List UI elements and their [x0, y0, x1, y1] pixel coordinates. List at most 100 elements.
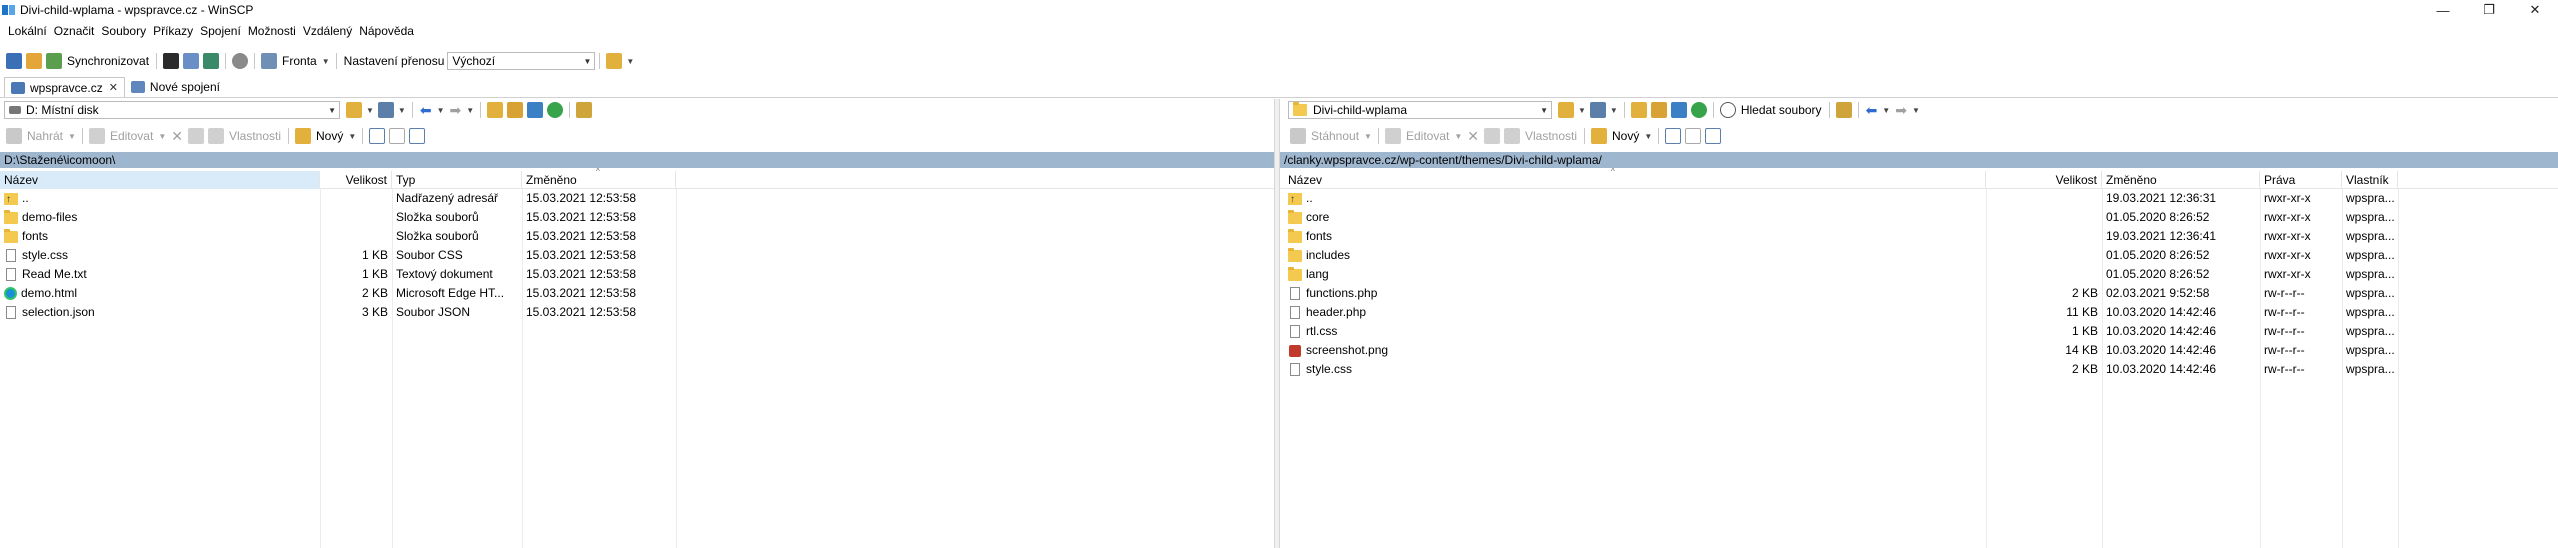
tree-icon[interactable] — [1835, 102, 1852, 118]
col-header-name[interactable]: Název — [1284, 171, 1986, 189]
close-window-button[interactable]: ✕ — [2512, 0, 2558, 20]
menu-help[interactable]: Nápověda — [359, 24, 414, 38]
table-row[interactable]: fonts 19.03.2021 12:36:41 rwxr-xr-x wpsp… — [1280, 227, 2558, 246]
delete-icon[interactable]: ✕ — [171, 128, 183, 145]
terminal-icon[interactable] — [163, 53, 180, 69]
col-header-owner[interactable]: Vlastník — [2342, 171, 2398, 189]
edit-icon[interactable] — [88, 128, 105, 144]
synchronize-button[interactable]: Synchronizovat — [67, 54, 149, 68]
table-row[interactable]: selection.json 3 KB Soubor JSON 15.03.20… — [0, 303, 1274, 322]
maximize-button[interactable]: ❐ — [2466, 0, 2512, 20]
forward-arrow-icon[interactable]: ➡ — [1895, 102, 1907, 119]
properties-button[interactable]: Vlastnosti — [1525, 129, 1577, 143]
menu-session[interactable]: Spojení — [200, 24, 241, 38]
home-directory-icon[interactable] — [527, 102, 544, 118]
table-row[interactable]: demo-files Složka souborů 15.03.2021 12:… — [0, 208, 1274, 227]
new-button[interactable]: Nový — [316, 129, 343, 143]
rename-icon[interactable] — [1483, 128, 1500, 144]
chevron-down-icon[interactable]: ▼ — [437, 106, 445, 115]
chevron-down-icon[interactable]: ▼ — [1610, 106, 1618, 115]
table-row[interactable]: style.css 1 KB Soubor CSS 15.03.2021 12:… — [0, 246, 1274, 265]
refresh-icon[interactable] — [1690, 102, 1707, 118]
upload-button[interactable]: Nahrát — [27, 129, 63, 143]
menu-local[interactable]: Lokální — [8, 24, 47, 38]
menu-mark[interactable]: Označit — [54, 24, 95, 38]
transfer-settings-select[interactable]: Výchozí ▼ — [447, 52, 596, 70]
chevron-down-icon[interactable]: ▼ — [322, 57, 330, 66]
col-header-size[interactable]: Velikost — [320, 171, 392, 189]
chevron-down-icon[interactable]: ▼ — [1578, 106, 1586, 115]
preferences-gear-icon[interactable] — [232, 53, 249, 69]
tab-wpspravce[interactable]: wpspravce.cz ✕ — [4, 77, 125, 97]
refresh-icon[interactable] — [547, 102, 564, 118]
chevron-down-icon[interactable]: ▼ — [366, 106, 374, 115]
chevron-down-icon[interactable]: ▼ — [626, 57, 634, 66]
filter-select-icon[interactable] — [409, 128, 426, 144]
back-arrow-icon[interactable]: ⬅ — [420, 102, 432, 119]
filter-select-icon[interactable] — [1705, 128, 1722, 144]
filter-icon[interactable] — [1589, 102, 1606, 118]
tab-new-session[interactable]: Nové spojení — [125, 77, 226, 97]
table-row[interactable]: .. 19.03.2021 12:36:31 rwxr-xr-x wpspra.… — [1280, 189, 2558, 208]
close-icon[interactable]: ✕ — [109, 81, 118, 94]
menu-files[interactable]: Soubory — [101, 24, 146, 38]
remote-file-list[interactable]: Název ^ Velikost Změněno Práva Vlastník … — [1280, 167, 2558, 548]
properties-button[interactable]: Vlastnosti — [229, 129, 281, 143]
putty-icon[interactable] — [183, 53, 200, 69]
forward-arrow-icon[interactable]: ➡ — [450, 102, 462, 119]
chevron-down-icon[interactable]: ▼ — [1364, 132, 1372, 141]
chevron-down-icon[interactable]: ▼ — [1882, 106, 1890, 115]
chevron-down-icon[interactable]: ▼ — [158, 132, 166, 141]
new-folder-icon[interactable] — [1591, 128, 1608, 144]
root-directory-icon[interactable] — [507, 102, 524, 118]
select-all-plus-icon[interactable] — [1665, 128, 1682, 144]
find-files-icon[interactable] — [576, 102, 593, 118]
properties-icon[interactable] — [207, 128, 224, 144]
delete-icon[interactable]: ✕ — [1467, 128, 1479, 145]
minimize-button[interactable]: — — [2420, 0, 2466, 20]
select-all-plus-icon[interactable] — [369, 128, 386, 144]
table-row[interactable]: .. Nadřazený adresář 15.03.2021 12:53:58 — [0, 189, 1274, 208]
menu-commands[interactable]: Příkazy — [153, 24, 193, 38]
queue-button[interactable]: Fronta — [282, 54, 317, 68]
back-arrow-icon[interactable]: ⬅ — [1866, 102, 1878, 119]
root-directory-icon[interactable] — [1650, 102, 1667, 118]
table-row[interactable]: core 01.05.2020 8:26:52 rwxr-xr-x wpspra… — [1280, 208, 2558, 227]
chevron-down-icon[interactable]: ▼ — [398, 106, 406, 115]
parent-directory-icon[interactable] — [1630, 102, 1647, 118]
queue-icon[interactable] — [261, 53, 278, 69]
table-row[interactable]: rtl.css 1 KB 10.03.2020 14:42:46 rw-r--r… — [1280, 322, 2558, 341]
chevron-down-icon[interactable]: ▼ — [1912, 106, 1920, 115]
col-header-type[interactable]: Typ — [392, 171, 522, 189]
menu-options[interactable]: Možnosti — [248, 24, 296, 38]
upload-icon[interactable] — [6, 128, 22, 144]
transfer-presets-icon[interactable] — [606, 53, 623, 69]
col-header-name[interactable]: Název — [0, 171, 320, 189]
synchronize-icon[interactable] — [46, 53, 62, 69]
table-row[interactable]: header.php 11 KB 10.03.2020 14:42:46 rw-… — [1280, 303, 2558, 322]
rename-icon[interactable] — [187, 128, 204, 144]
chevron-down-icon[interactable]: ▼ — [348, 132, 356, 141]
compare-directories-icon[interactable] — [6, 53, 22, 69]
local-file-list[interactable]: Název Velikost Typ Změněno ^ .. Nadřazen… — [0, 167, 1274, 548]
table-row[interactable]: demo.html 2 KB Microsoft Edge HT... 15.0… — [0, 284, 1274, 303]
search-icon[interactable] — [1719, 102, 1736, 118]
keep-up-to-date-icon[interactable] — [203, 53, 220, 69]
open-directory-icon[interactable] — [1558, 102, 1574, 118]
col-header-changed[interactable]: Změněno — [2102, 171, 2260, 189]
properties-icon[interactable] — [1503, 128, 1520, 144]
download-button[interactable]: Stáhnout — [1311, 129, 1359, 143]
edit-button[interactable]: Editovat — [110, 129, 153, 143]
table-row[interactable]: lang 01.05.2020 8:26:52 rwxr-xr-x wpspra… — [1280, 265, 2558, 284]
edit-button[interactable]: Editovat — [1406, 129, 1449, 143]
local-drive-select[interactable]: D: Místní disk ▼ — [4, 101, 340, 119]
parent-directory-icon[interactable] — [487, 102, 504, 118]
table-row[interactable]: style.css 2 KB 10.03.2020 14:42:46 rw-r-… — [1280, 360, 2558, 379]
chevron-down-icon[interactable]: ▼ — [68, 132, 76, 141]
table-row[interactable]: Read Me.txt 1 KB Textový dokument 15.03.… — [0, 265, 1274, 284]
col-header-size[interactable]: Velikost — [1986, 171, 2102, 189]
find-files-button[interactable]: Hledat soubory — [1741, 103, 1822, 117]
table-row[interactable]: includes 01.05.2020 8:26:52 rwxr-xr-x wp… — [1280, 246, 2558, 265]
new-button[interactable]: Nový — [1612, 129, 1639, 143]
chevron-down-icon[interactable]: ▼ — [1644, 132, 1652, 141]
